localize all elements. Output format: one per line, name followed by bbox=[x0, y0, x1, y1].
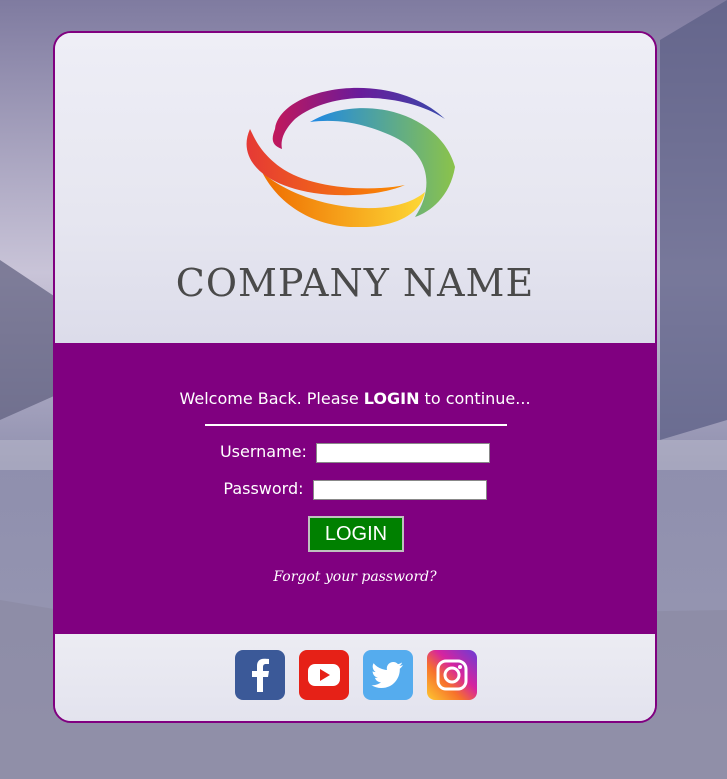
login-panel: Welcome Back. Please LOGIN to continue..… bbox=[55, 343, 655, 634]
swirl-ring-logo-icon bbox=[246, 87, 455, 227]
password-label: Password: bbox=[223, 479, 304, 498]
password-row: Password: bbox=[55, 479, 655, 500]
forgot-password-link[interactable]: Forgot your password? bbox=[55, 569, 655, 585]
brand-header: COMPANY NAME bbox=[55, 33, 655, 343]
login-card: COMPANY NAME Welcome Back. Please LOGIN … bbox=[53, 31, 657, 723]
username-label: Username: bbox=[219, 442, 307, 461]
welcome-suffix: to continue... bbox=[419, 389, 531, 408]
username-row: Username: bbox=[55, 442, 655, 463]
social-footer bbox=[55, 634, 655, 721]
company-name: COMPANY NAME bbox=[175, 261, 535, 305]
password-input[interactable] bbox=[312, 479, 487, 500]
facebook-icon[interactable] bbox=[235, 650, 285, 700]
login-button[interactable]: LOGIN bbox=[308, 516, 404, 552]
welcome-prefix: Welcome Back. Please bbox=[179, 389, 364, 408]
welcome-emphasis: LOGIN bbox=[363, 389, 420, 408]
divider bbox=[205, 424, 507, 426]
welcome-message: Welcome Back. Please LOGIN to continue..… bbox=[55, 389, 655, 408]
youtube-icon[interactable] bbox=[299, 650, 349, 700]
instagram-icon[interactable] bbox=[427, 650, 477, 700]
username-input[interactable] bbox=[316, 442, 491, 463]
twitter-icon[interactable] bbox=[363, 650, 413, 700]
